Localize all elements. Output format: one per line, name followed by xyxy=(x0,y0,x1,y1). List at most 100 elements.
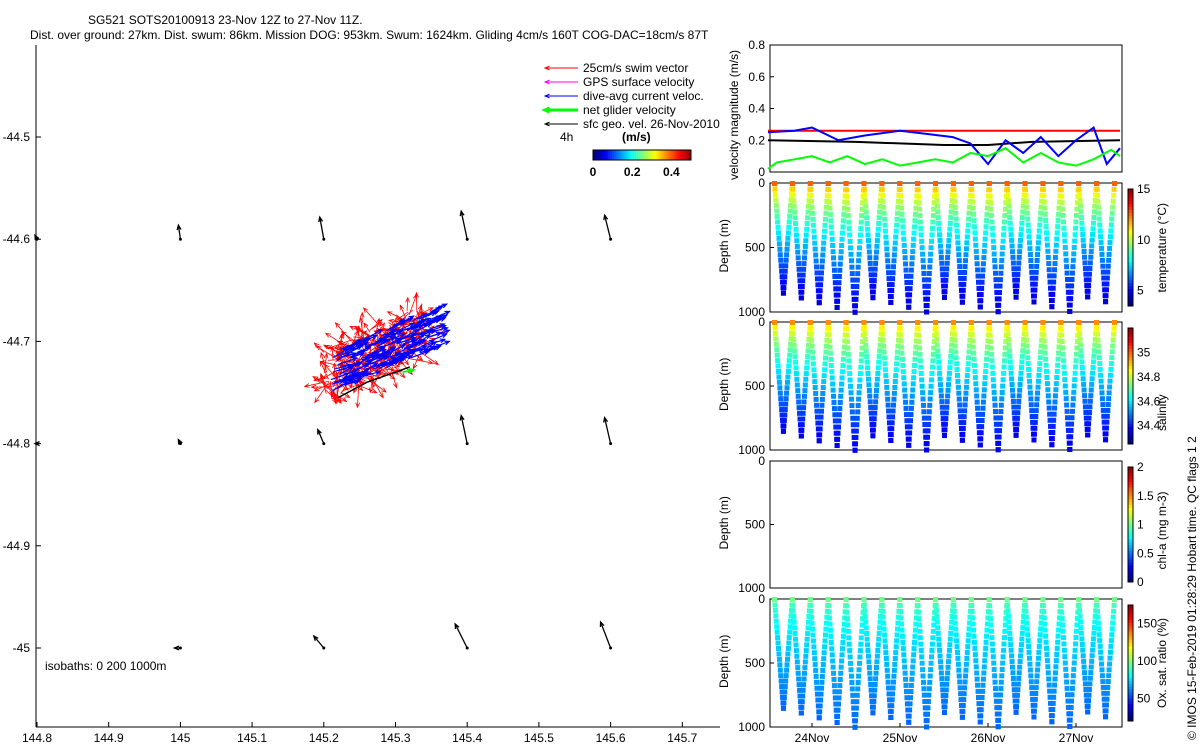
temperature-colorbar-swatch xyxy=(1128,294,1133,298)
colorbar-swatch xyxy=(640,150,643,160)
oxygen-data-point xyxy=(857,660,862,666)
colorbar-swatch xyxy=(643,150,647,160)
salinity-data-point xyxy=(1018,370,1024,376)
salinity-data-point xyxy=(943,416,949,422)
oxygen-data-point xyxy=(965,644,971,650)
salinity-data-point xyxy=(1062,377,1068,383)
salinity-data-point xyxy=(831,399,837,405)
salinity-data-point xyxy=(774,352,780,358)
oxygen-data-point xyxy=(984,627,990,633)
salinity-data-point xyxy=(890,408,896,414)
oxygen-data-point xyxy=(796,676,802,682)
salinity-data-point xyxy=(816,438,822,444)
oxygen-data-point xyxy=(952,620,958,626)
salinity-data-point xyxy=(957,402,963,408)
temperature-data-point xyxy=(804,226,810,232)
temperature-data-point xyxy=(880,192,886,198)
oxygen-data-point xyxy=(925,698,931,704)
map-y-tick-label: -44.5 xyxy=(3,130,31,144)
temperature-colorbar-swatch xyxy=(1128,215,1133,219)
temperature-data-point xyxy=(857,245,862,251)
oxygen-data-point xyxy=(858,641,864,647)
salinity-data-point xyxy=(982,381,988,387)
oxygen-data-point xyxy=(787,624,793,630)
legend-note: 4h xyxy=(560,130,573,144)
oxygen-data-point xyxy=(1071,660,1077,666)
oxygen-data-point xyxy=(1064,679,1070,685)
temperature-data-point xyxy=(963,252,969,258)
salinity-data-point xyxy=(952,343,958,349)
salinity-data-point xyxy=(1070,396,1076,402)
temperature-data-point xyxy=(862,192,868,198)
swim-vector xyxy=(371,377,384,398)
oxygen-data-point xyxy=(1052,676,1058,682)
oxygen-data-point xyxy=(1077,613,1083,619)
temperature-data-point xyxy=(943,277,949,283)
oxygen-data-point xyxy=(1094,597,1100,602)
oxygen-data-point xyxy=(787,629,793,635)
salinity-colorbar-swatch xyxy=(1128,432,1133,436)
temperature-data-point xyxy=(1010,249,1015,255)
oxygen-data-point xyxy=(803,653,809,659)
oxygen-data-point xyxy=(831,670,837,676)
colorbar-swatch xyxy=(677,150,680,160)
temperature-data-point xyxy=(924,303,930,309)
salinity-data-point xyxy=(1038,349,1044,355)
temperature-data-point xyxy=(982,236,988,242)
oxygen-data-point xyxy=(823,626,829,632)
colorbar-swatch xyxy=(679,150,682,160)
oxygen-data-point xyxy=(1099,673,1105,679)
temperature-data-point xyxy=(816,300,822,306)
salinity-data-point xyxy=(795,393,801,399)
oxygen-data-point xyxy=(1052,682,1058,688)
temperature-data-point xyxy=(808,186,814,192)
salinity-data-point xyxy=(1069,408,1075,414)
salinity-data-point xyxy=(775,363,781,369)
salinity-data-point xyxy=(849,403,855,409)
temperature-data-point xyxy=(772,181,777,186)
salinity-data-point xyxy=(927,402,933,408)
salinity-data-point xyxy=(847,371,853,377)
oxygen-data-point xyxy=(1051,688,1057,694)
temperature-data-point xyxy=(871,278,877,284)
temperature-data-point xyxy=(817,288,823,294)
salinity-data-point xyxy=(1088,393,1094,399)
salinity-data-point xyxy=(772,320,777,325)
chl-colorbar-tick-label: 1.5 xyxy=(1137,489,1154,503)
oxygen-data-point xyxy=(908,695,913,701)
salinity-data-point xyxy=(934,342,940,348)
temperature-colorbar-swatch xyxy=(1128,244,1133,248)
oxygen-data-point xyxy=(907,707,913,713)
temperature-data-point xyxy=(1002,213,1008,219)
temperature-data-point xyxy=(786,219,792,225)
salinity-data-point xyxy=(1106,396,1112,402)
oxygen-data-point xyxy=(870,704,876,710)
salinity-data-point xyxy=(793,371,799,377)
salinity-data-point xyxy=(811,373,817,379)
oxygen-data-point xyxy=(785,651,791,657)
salinity-data-point xyxy=(802,382,808,388)
temperature-data-point xyxy=(981,248,987,254)
temperature-data-point xyxy=(983,230,989,236)
oxygen-data-point xyxy=(1014,698,1020,704)
oxygen-data-point xyxy=(843,597,849,602)
temperature-data-point xyxy=(830,242,836,248)
oxygen-data-point xyxy=(1026,649,1032,655)
chl-colorbar-swatch xyxy=(1128,576,1133,580)
salinity-data-point xyxy=(1010,393,1016,399)
temperature-data-point xyxy=(867,260,873,266)
colorbar-swatch xyxy=(638,150,641,160)
temperature-data-point xyxy=(1031,299,1037,305)
temperature-data-point xyxy=(906,304,912,310)
oxygen-data-point xyxy=(858,635,864,641)
temperature-data-point xyxy=(988,206,994,212)
oxygen-data-point xyxy=(946,653,952,659)
temperature-data-point xyxy=(1009,243,1015,249)
temperature-data-point xyxy=(1081,249,1087,255)
oxygen-data-point xyxy=(1100,684,1106,690)
salinity-data-point xyxy=(982,375,988,381)
salinity-data-point xyxy=(1025,355,1031,361)
temperature-data-point xyxy=(926,270,932,276)
salinity-data-point xyxy=(1031,431,1037,437)
oxygen-data-point xyxy=(987,609,993,615)
